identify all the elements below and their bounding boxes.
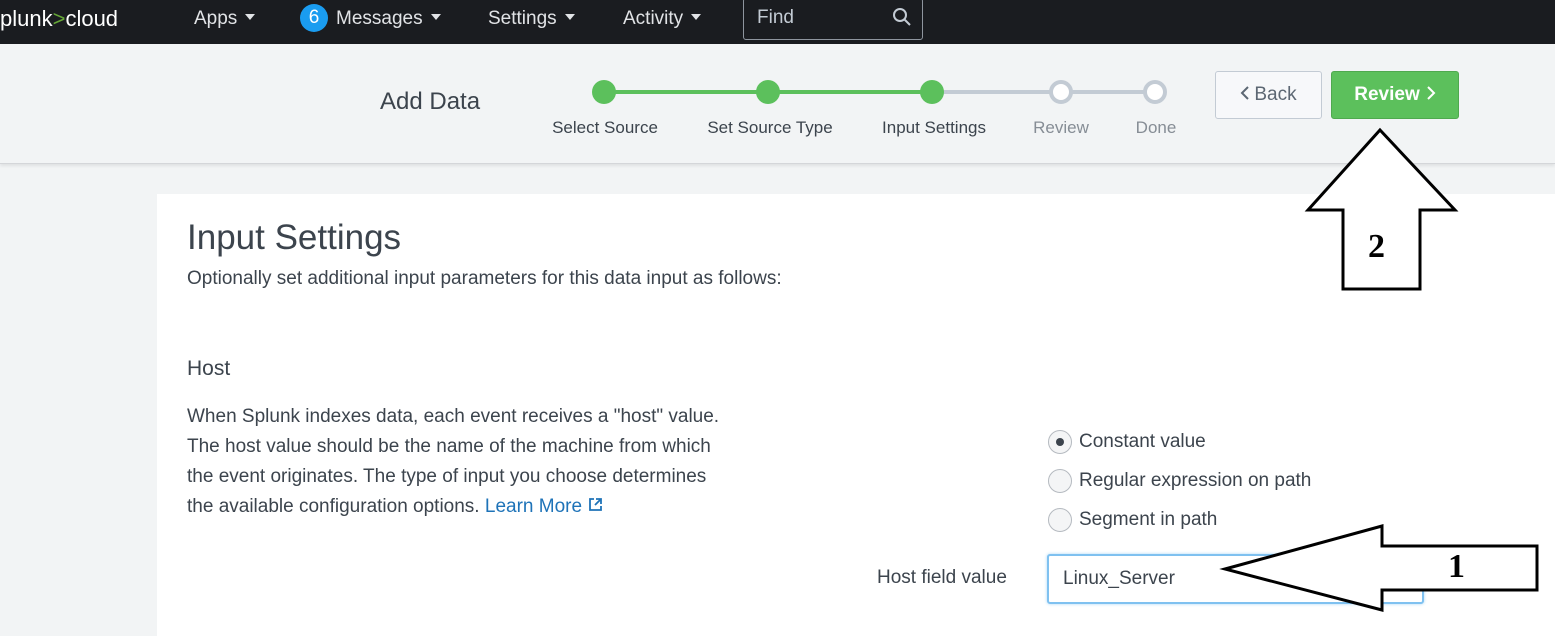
radio-circle[interactable] [1048, 469, 1072, 493]
find-search-box[interactable]: Find [743, 0, 923, 40]
nav-settings-menu[interactable]: Settings [488, 7, 575, 31]
nav-apps-menu[interactable]: Apps [194, 7, 256, 31]
host-field-value-label: Host field value [877, 567, 1007, 588]
radio-circle[interactable] [1048, 508, 1072, 532]
step-dot-done [1143, 80, 1167, 104]
messages-count-badge[interactable]: 6 [300, 4, 328, 32]
host-desc-line-4-text: the available configuration options. [187, 496, 480, 517]
step-dot-select-source [592, 80, 616, 104]
chevron-left-icon [1240, 86, 1250, 100]
nav-apps-label: Apps [194, 8, 238, 29]
step-dot-review [1049, 80, 1073, 104]
step-label-done: Done [1135, 118, 1177, 137]
nav-activity-menu[interactable]: Activity [623, 7, 702, 31]
caret-down-icon [691, 13, 702, 20]
page-title-add-data: Add Data [380, 88, 481, 115]
nav-messages-menu[interactable]: Messages [336, 7, 441, 31]
caret-down-icon [564, 13, 575, 20]
learn-more-label: Learn More [484, 496, 583, 517]
annotation-number-1: 1 [1448, 548, 1465, 585]
logo-text-gt: > [52, 6, 66, 31]
host-desc-line-3: the event originates. The type of input … [187, 466, 707, 487]
step-label-input-settings: Input Settings [882, 118, 986, 137]
step-label-select-source: Select Source [552, 118, 658, 137]
nav-messages-label: Messages [336, 8, 423, 29]
caret-down-icon [245, 13, 256, 20]
radio-label-constant-value: Constant value [1079, 431, 1206, 452]
host-field-value-input[interactable] [1047, 554, 1424, 604]
back-button[interactable]: Back [1215, 71, 1322, 119]
search-icon[interactable] [892, 7, 912, 27]
chevron-right-icon [1427, 86, 1436, 100]
host-desc-line-4: the available configuration options. Lea… [187, 492, 787, 522]
annotation-number-2: 2 [1368, 228, 1385, 265]
host-description: When Splunk indexes data, each event rec… [187, 402, 787, 522]
caret-down-icon [430, 13, 441, 20]
radio-circle-selected[interactable] [1048, 430, 1072, 454]
logo-text-cloud: cloud [65, 6, 119, 31]
host-desc-line-1: When Splunk indexes data, each event rec… [187, 406, 720, 427]
find-placeholder: Find [757, 7, 794, 28]
step-label-set-source-type: Set Source Type [707, 118, 833, 137]
back-button-label: Back [1254, 84, 1297, 105]
host-desc-line-2: The host value should be the name of the… [187, 436, 711, 457]
host-section-title: Host [187, 357, 231, 380]
step-label-review: Review [1033, 118, 1089, 137]
step-dot-input-settings [920, 80, 944, 104]
splunk-cloud-logo[interactable]: plunk>cloud [0, 6, 118, 32]
review-button-label: Review [1354, 84, 1420, 105]
radio-label-regex-on-path: Regular expression on path [1079, 470, 1312, 491]
nav-activity-label: Activity [623, 8, 684, 29]
review-next-button[interactable]: Review [1331, 71, 1459, 119]
step-dot-set-source-type [756, 80, 780, 104]
step-progress-track [592, 80, 1167, 104]
learn-more-link[interactable]: Learn More [485, 496, 603, 517]
external-link-icon [589, 498, 602, 512]
input-settings-title: Input Settings [187, 218, 402, 257]
input-settings-subtitle: Optionally set additional input paramete… [187, 268, 782, 289]
radio-label-segment-in-path: Segment in path [1079, 509, 1218, 530]
logo-text-splunk: plunk [0, 6, 53, 31]
top-nav-bar: plunk>cloud Apps 6 Messages Settings Act… [0, 0, 1555, 44]
nav-settings-label: Settings [488, 8, 557, 29]
